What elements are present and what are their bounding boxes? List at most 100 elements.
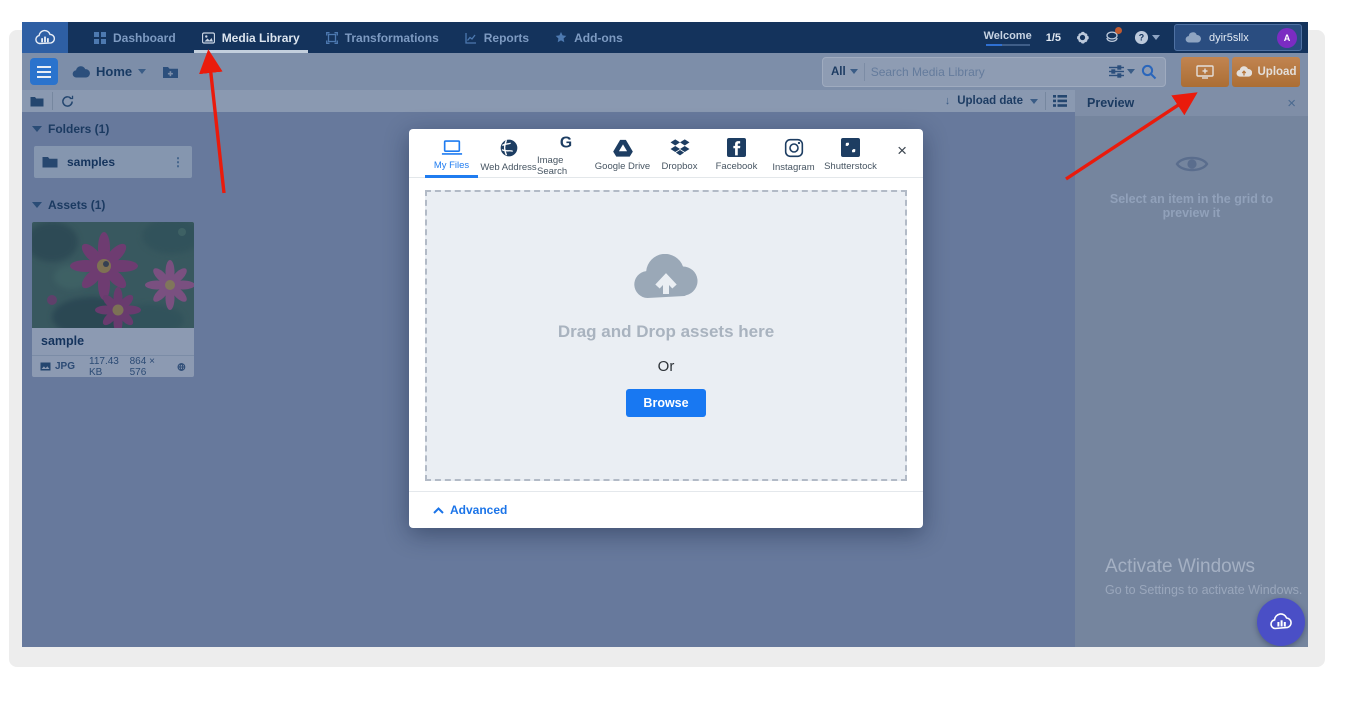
tab-my-files[interactable]: My Files [423, 129, 480, 177]
welcome-label: Welcome [984, 30, 1032, 42]
chevron-down-icon [138, 69, 146, 74]
search-filter-type-dropdown[interactable]: All [831, 66, 858, 78]
nav-item-reports[interactable]: Reports [465, 22, 529, 53]
notification-dot [1115, 27, 1122, 34]
chevron-down-icon [1152, 35, 1160, 40]
sort-direction-icon[interactable]: ↓ [945, 95, 951, 107]
filter-type-label: All [831, 66, 846, 78]
nav-item-media-library[interactable]: Media Library [202, 22, 300, 53]
preview-empty-message: Select an item in the grid to preview it [1092, 192, 1292, 220]
kebab-menu-icon[interactable]: ⋮ [172, 155, 184, 169]
primary-nav: Dashboard Media Library Transformations [94, 22, 623, 53]
breadcrumb-home-label: Home [96, 64, 132, 79]
breadcrumb[interactable]: Home [72, 64, 146, 79]
asset-size: 117.43 KB [89, 356, 130, 378]
settings-gear-icon[interactable] [1075, 30, 1090, 45]
onboarding-step-count: 1/5 [1046, 32, 1061, 44]
navbar-right-group: Welcome 1/5 ? [984, 24, 1308, 51]
access-status-icon[interactable] [177, 362, 186, 372]
nav-item-add-ons[interactable]: Add-ons [555, 22, 623, 53]
tab-image-search[interactable]: G Image Search [537, 129, 594, 177]
divider [1045, 92, 1046, 110]
onboarding-progress[interactable]: Welcome [984, 30, 1032, 46]
dropbox-icon [670, 139, 690, 157]
tab-web-address[interactable]: Web Address [480, 129, 537, 177]
welcome-progress-track [986, 44, 1030, 46]
filters-sliders-icon [1109, 65, 1124, 78]
browse-button[interactable]: Browse [626, 389, 706, 417]
web-address-globe-icon [499, 138, 519, 158]
tab-google-drive[interactable]: Google Drive [594, 129, 651, 177]
search-bar: All [822, 57, 1166, 87]
account-switcher[interactable]: dyir5sllx A [1174, 24, 1302, 51]
add-ons-icon [555, 32, 567, 44]
cloudinary-floating-button[interactable] [1257, 598, 1305, 646]
nav-item-dashboard[interactable]: Dashboard [94, 22, 176, 53]
watermark-line1: Activate Windows [1105, 556, 1302, 578]
search-icon[interactable] [1141, 64, 1157, 80]
chevron-down-icon[interactable] [1030, 99, 1038, 104]
advanced-toggle[interactable]: Advanced [433, 503, 507, 517]
collapse-triangle-icon [32, 202, 42, 208]
windows-activation-watermark: Activate Windows Go to Settings to activ… [1105, 556, 1302, 597]
cloudinary-cloud-icon [1268, 612, 1294, 632]
close-icon[interactable]: × [897, 141, 907, 161]
upload-button-label: Upload [1258, 66, 1297, 78]
tab-dropbox[interactable]: Dropbox [651, 129, 708, 177]
tab-shutterstock[interactable]: Shutterstock [822, 129, 879, 177]
folders-view-icon[interactable] [30, 96, 44, 107]
asset-format-label: JPG [55, 361, 75, 372]
svg-text:G: G [559, 134, 571, 151]
asset-thumbnail-image [32, 222, 194, 328]
active-tab-underline [425, 175, 478, 178]
divider [864, 63, 865, 81]
cloudinary-app-window: Dashboard Media Library Transformations [22, 22, 1308, 647]
drag-drop-zone[interactable]: Drag and Drop assets here Or Browse [425, 190, 907, 481]
preview-panel: Preview × Select an item in the grid to … [1075, 90, 1308, 647]
notifications-icon[interactable] [1104, 30, 1120, 45]
dropzone-or-label: Or [658, 358, 675, 375]
eye-icon [1175, 152, 1209, 176]
asset-format: JPG [40, 361, 75, 372]
advanced-filters-dropdown[interactable] [1109, 65, 1135, 78]
folder-card-samples[interactable]: samples ⋮ [34, 146, 192, 178]
cloudinary-logo[interactable] [22, 22, 68, 53]
sidebar-toggle-button[interactable] [30, 58, 58, 85]
preview-panel-header: Preview × [1075, 90, 1308, 116]
divider [52, 92, 53, 110]
avatar[interactable]: A [1277, 28, 1297, 48]
nav-item-transformations[interactable]: Transformations [326, 22, 439, 53]
close-icon[interactable]: × [1287, 95, 1296, 112]
chevron-up-icon [433, 507, 444, 514]
tab-facebook[interactable]: Facebook [708, 129, 765, 177]
list-view-icon[interactable] [1053, 95, 1067, 107]
grid-actions-bar: ↓ Upload date [22, 90, 1075, 112]
sort-by-label[interactable]: Upload date [957, 95, 1023, 107]
asset-footer: JPG 117.43 KB 864 × 576 [32, 355, 194, 377]
chevron-down-icon [1127, 69, 1135, 74]
screen-plus-icon [1196, 65, 1214, 79]
instagram-icon [784, 138, 804, 158]
create-new-button[interactable] [1181, 57, 1229, 87]
folder-name: samples [67, 155, 163, 169]
refresh-icon[interactable] [61, 95, 74, 108]
new-folder-icon[interactable] [162, 65, 179, 79]
image-search-g-icon: G [556, 133, 576, 151]
google-drive-icon [613, 139, 633, 157]
tab-label: Image Search [537, 155, 594, 177]
sort-controls: ↓ Upload date [945, 92, 1067, 110]
tab-label: Web Address [480, 162, 536, 173]
upload-button[interactable]: Upload [1232, 57, 1300, 87]
help-menu[interactable]: ? [1134, 30, 1160, 45]
asset-card-sample[interactable]: sample JPG 117.43 KB 864 × 576 [32, 222, 194, 377]
folders-header-label: Folders (1) [48, 122, 109, 136]
tab-label: My Files [434, 160, 469, 171]
search-input[interactable] [871, 65, 1103, 79]
tab-label: Facebook [716, 161, 758, 172]
shutterstock-icon [841, 138, 860, 157]
chevron-down-icon [850, 69, 858, 74]
asset-title: sample [32, 328, 194, 355]
media-library-toolbar: Home All [22, 53, 1308, 90]
tab-label: Google Drive [595, 161, 650, 172]
tab-instagram[interactable]: Instagram [765, 129, 822, 177]
